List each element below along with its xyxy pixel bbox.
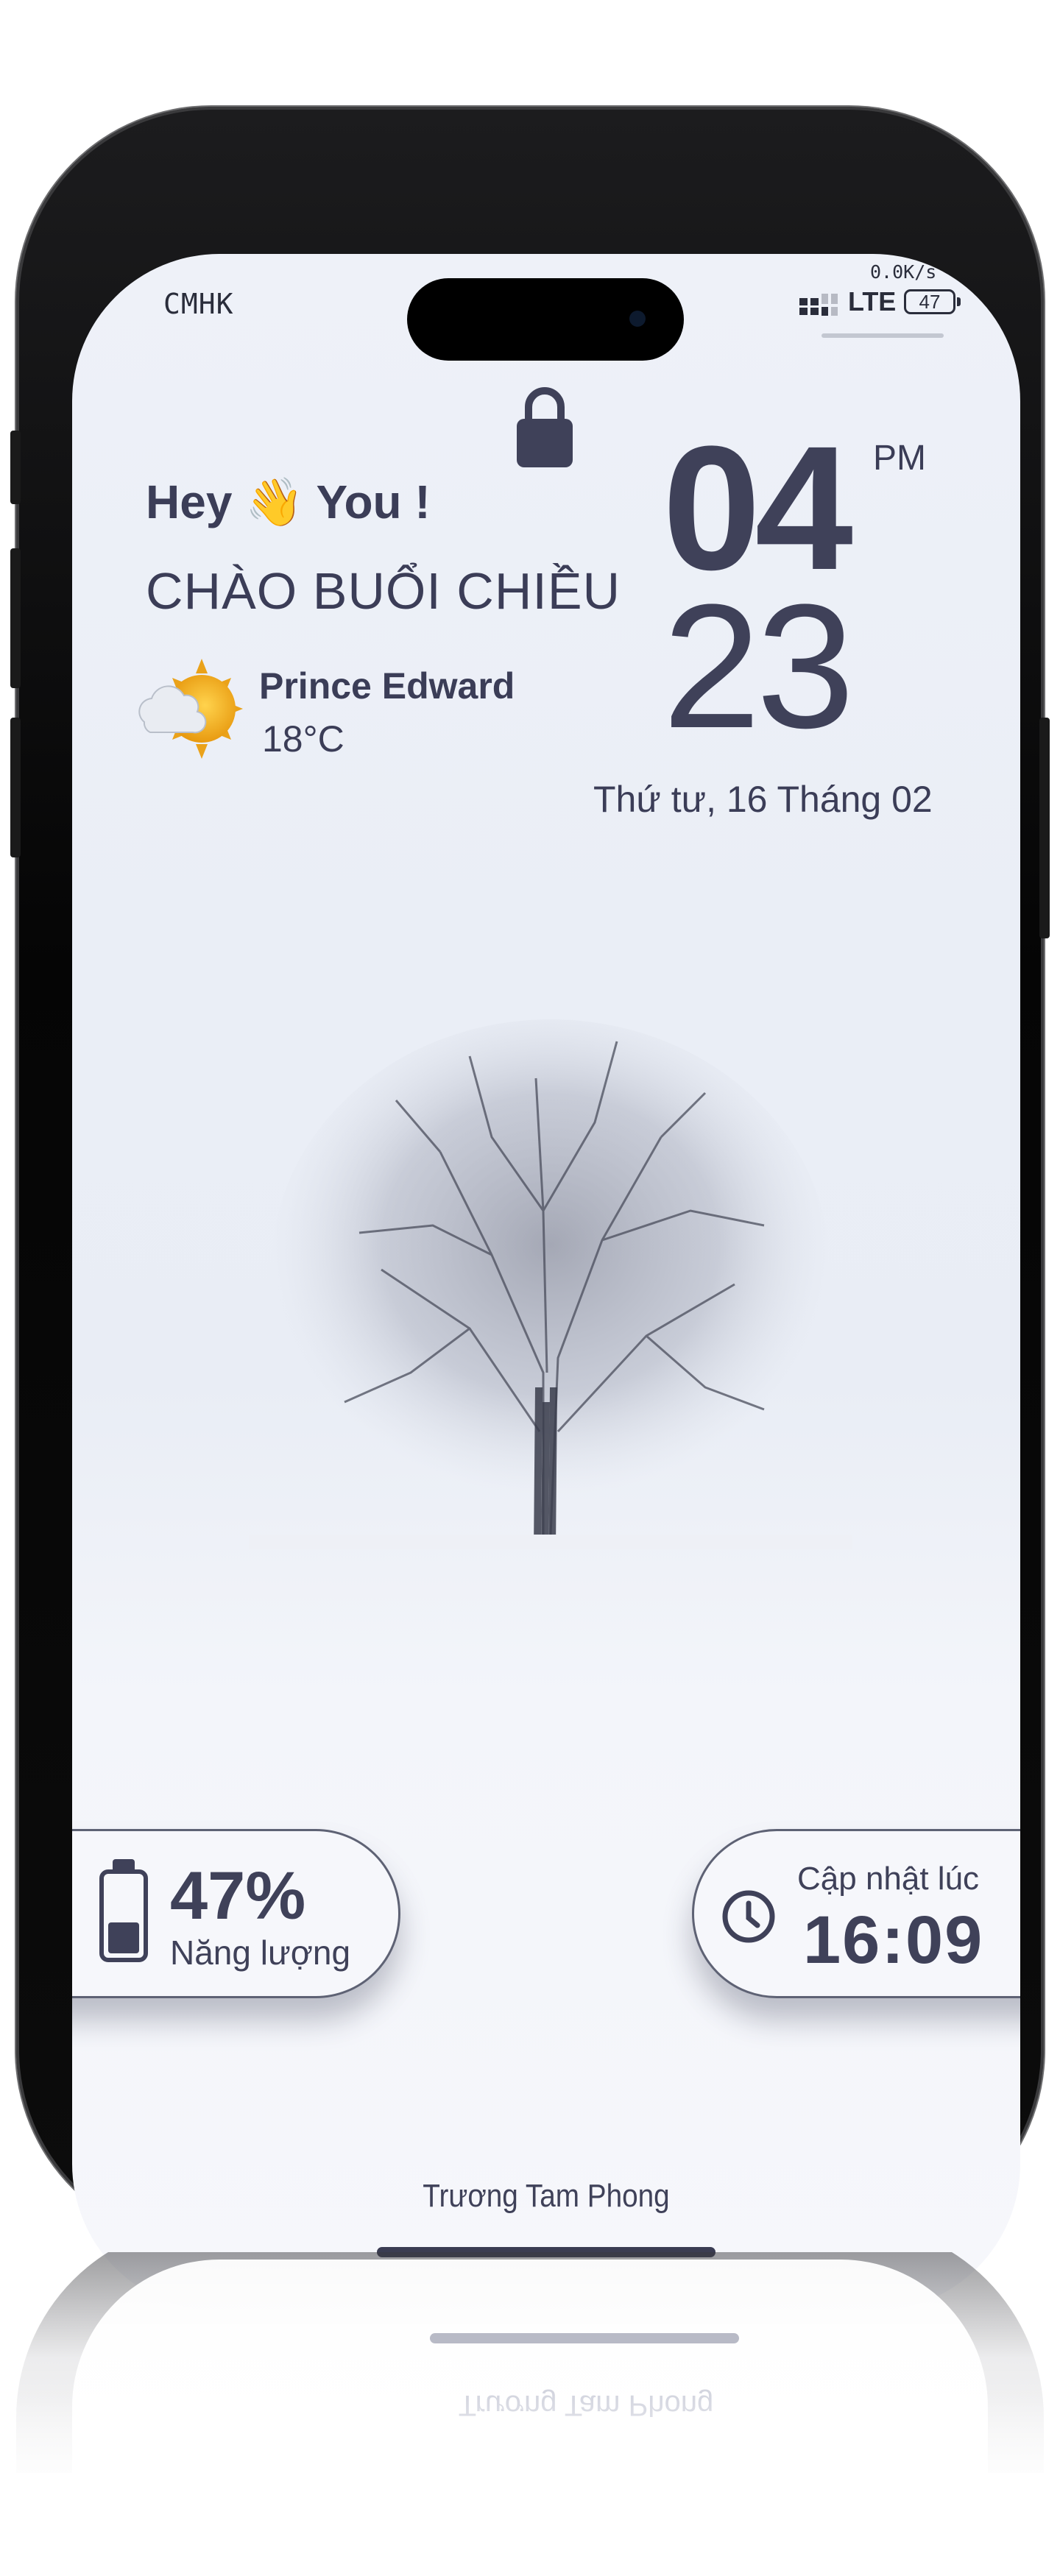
battery-label: Năng lượng [170,1933,351,1972]
status-battery: 47 [904,289,955,314]
carrier-name: CMHK [163,288,234,320]
clock-minute: 23 [662,567,855,765]
update-widget[interactable]: Cập nhật lúc 16:09 [692,1829,1020,1998]
action-button [10,431,21,504]
lock-icon [517,387,573,467]
battery-fill [108,1922,139,1953]
update-time: 16:09 [803,1903,984,1978]
status-underline [822,333,944,338]
snow-tree-wallpaper [249,1019,852,1549]
network-speed: 0.0K/s [870,261,937,283]
author-name: Trương Tam Phong [423,2178,670,2214]
battery-percent: 47% [170,1858,306,1933]
clock-date: Thứ tư, 16 Tháng 02 [593,779,933,820]
reflection-home-indicator [430,2333,739,2343]
power-button [1039,718,1050,938]
greeting-subtitle: CHÀO BUỔI CHIỀU [146,562,621,620]
weather-location: Prince Edward [259,665,515,707]
signal-bars-icon [799,294,838,316]
partly-cloudy-icon [138,659,243,759]
weather-temperature: 18°C [262,718,344,760]
front-camera [629,311,646,327]
greeting-text: Hey 👋 You ! [146,475,431,528]
clock-icon [722,1890,775,1943]
volume-up-button [10,548,21,688]
clock-ampm: PM [873,439,926,478]
battery-widget[interactable]: 47% Năng lượng [72,1829,400,1998]
network-type: LTE [848,286,897,316]
volume-down-button [10,718,21,857]
reflection-fade [0,2392,1060,2576]
update-label: Cập nhật lúc [797,1861,980,1897]
status-battery-tip [957,297,961,306]
lock-screen: CMHK 0.0K/s LTE 47 Hey 👋 You ! CHÀO BUỔI… [72,254,1020,2311]
battery-icon [99,1869,148,1962]
phone-frame: CMHK 0.0K/s LTE 47 Hey 👋 You ! CHÀO BUỔI… [10,107,1050,2311]
dynamic-island [407,278,684,361]
battery-icon-tip [113,1859,135,1869]
